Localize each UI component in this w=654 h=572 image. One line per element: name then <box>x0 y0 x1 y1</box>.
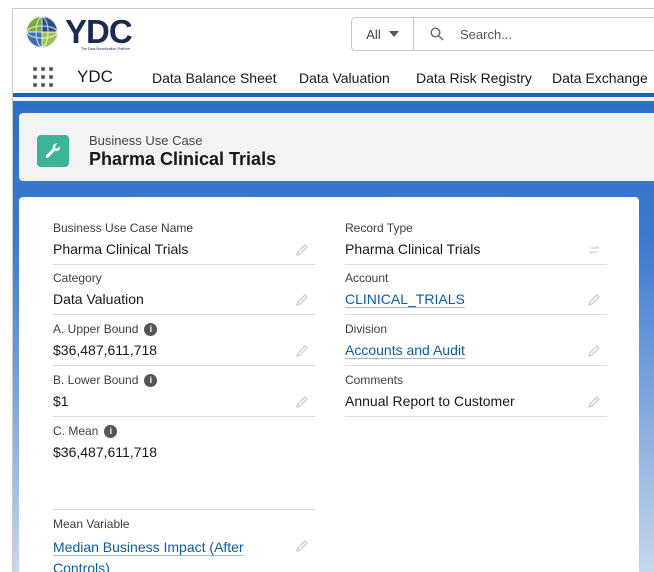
record-object-type: Business Use Case <box>89 133 203 148</box>
info-icon[interactable]: i <box>144 322 158 336</box>
field-label: C. Mean <box>53 424 99 438</box>
logo-tagline: The Data Monetization Platform <box>81 47 131 51</box>
field-account: Account CLINICAL_TRIALS <box>345 271 607 315</box>
change-record-type-icon[interactable] <box>587 243 601 257</box>
nav-item-data-balance-sheet[interactable]: Data Balance Sheet <box>152 70 277 86</box>
field-value: Pharma Clinical Trials <box>53 241 189 257</box>
nav-item-data-risk-registry[interactable]: Data Risk Registry <box>416 70 532 86</box>
field-label: Division <box>345 322 388 336</box>
field-upper-bound: A. Upper Bound i $36,487,611,718 <box>53 322 315 366</box>
edit-pencil-icon[interactable] <box>295 539 309 553</box>
edit-pencil-icon[interactable] <box>295 344 309 358</box>
edit-pencil-icon[interactable] <box>587 293 601 307</box>
nav-item-data-valuation[interactable]: Data Valuation <box>299 70 390 86</box>
field-record-type: Record Type Pharma Clinical Trials <box>345 221 607 265</box>
field-label-with-info: A. Upper Bound i <box>53 322 158 336</box>
field-category: Category Data Valuation <box>53 271 315 315</box>
globe-logo-icon <box>26 16 58 48</box>
field-label: Comments <box>345 373 404 387</box>
info-icon[interactable]: i <box>104 424 118 438</box>
field-label: B. Lower Bound <box>53 373 139 387</box>
wrench-icon <box>37 135 69 167</box>
field-label-with-info: B. Lower Bound i <box>53 373 158 387</box>
edit-pencil-icon[interactable] <box>587 344 601 358</box>
logo-wordmark: YDC <box>65 13 133 50</box>
search-scope-label: All <box>366 26 381 42</box>
field-division: Division Accounts and Audit <box>345 322 607 366</box>
record-detail-panel: Business Use Case Name Pharma Clinical T… <box>19 197 639 572</box>
ydc-logo[interactable]: YDC The Data Monetization Platform <box>25 13 155 53</box>
field-comments: Comments Annual Report to Customer <box>345 373 607 417</box>
field-label-with-info: C. Mean i <box>53 424 118 438</box>
search-icon <box>430 26 446 42</box>
field-label: Business Use Case Name <box>53 221 194 235</box>
divider <box>53 509 315 510</box>
app-navigation: YDC Data Balance Sheet Data Valuation Da… <box>13 57 654 97</box>
field-value: Annual Report to Customer <box>345 393 515 409</box>
app-name: YDC <box>77 67 113 86</box>
field-mean-variable: Mean Variable Median Business Impact (Af… <box>53 517 315 572</box>
field-business-use-case-name: Business Use Case Name Pharma Clinical T… <box>53 221 315 265</box>
mean-variable-link[interactable]: Median Business Impact (After Controls) <box>53 537 273 572</box>
edit-pencil-icon[interactable] <box>295 243 309 257</box>
global-header: YDC The Data Monetization Platform All S… <box>13 9 654 57</box>
field-value: $36,487,611,718 <box>53 444 158 460</box>
field-value: Pharma Clinical Trials <box>345 241 481 257</box>
edit-pencil-icon[interactable] <box>295 395 309 409</box>
edit-pencil-icon[interactable] <box>295 293 309 307</box>
record-header: Business Use Case Pharma Clinical Trials <box>19 113 654 181</box>
nav-item-data-exchange[interactable]: Data Exchange <box>552 70 648 86</box>
search-input[interactable]: Search... <box>460 27 512 42</box>
field-value: $36,487,611,718 <box>53 342 158 358</box>
field-label: Mean Variable <box>53 517 130 531</box>
field-label: Account <box>345 271 389 285</box>
page-title: Pharma Clinical Trials <box>89 149 277 169</box>
account-link[interactable]: CLINICAL_TRIALS <box>345 291 465 307</box>
field-mean: C. Mean i $36,487,611,718 <box>53 424 315 468</box>
field-label: Category <box>53 271 102 285</box>
caret-down-icon <box>388 31 399 37</box>
field-value: Data Valuation <box>53 291 144 307</box>
info-icon[interactable]: i <box>144 373 158 387</box>
field-label: Record Type <box>345 221 413 235</box>
field-label: A. Upper Bound <box>53 322 139 336</box>
app-launcher-icon[interactable] <box>33 67 55 89</box>
field-lower-bound: B. Lower Bound i $1 <box>53 373 315 417</box>
field-value: $1 <box>53 393 69 409</box>
global-search: All Search... <box>351 17 654 51</box>
edit-pencil-icon[interactable] <box>587 395 601 409</box>
search-scope-select[interactable]: All <box>352 18 414 50</box>
division-link[interactable]: Accounts and Audit <box>345 342 465 358</box>
app-frame: YDC The Data Monetization Platform All S… <box>12 8 654 572</box>
